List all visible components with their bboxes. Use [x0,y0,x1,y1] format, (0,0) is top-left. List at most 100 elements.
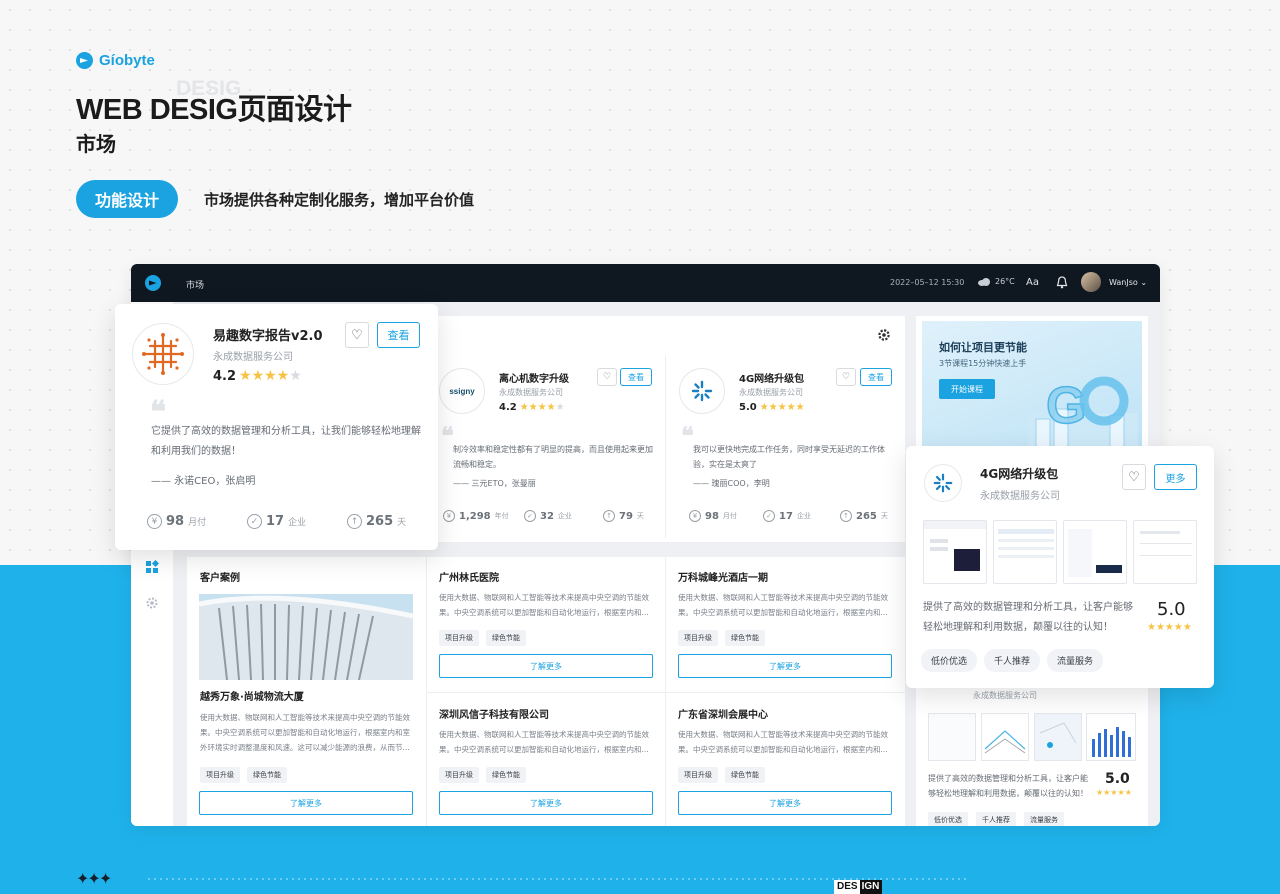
product-logo-text: ssigny [449,386,475,396]
case-tag: 绿色节能 [725,630,765,646]
case-title: 越秀万象·尚城物流大厦 [200,692,304,703]
product-author: —— 瑰丽COO，李明 [693,479,770,488]
case-tag: 项目升级 [439,630,479,646]
product-author: —— 三元ETO，张曼丽 [453,479,536,488]
view-button[interactable]: 查看 [620,368,652,386]
product-company: 永成数据服务公司 [973,691,1037,700]
product-rating: 5.0 ★★★★★ [739,402,805,413]
nav-market[interactable]: 市场 [186,278,204,291]
product-chip: 低价优选 [921,649,978,672]
featured-case-image [199,594,413,680]
product-rating-score: 5.0 [1105,771,1130,787]
course-subtitle: 3节课程15分钟快速上手 [939,359,1027,368]
heart-icon: ♡ [841,372,851,382]
star-rating-icon: ★★★★★ [1147,622,1192,633]
quote-icon: ❝ [441,421,454,450]
spark-logo-icon [691,380,713,402]
screenshot-thumb[interactable] [923,520,987,584]
more-button[interactable]: 更多 [1154,464,1197,490]
datetime: 2022–05–12 15:30 [890,278,965,287]
cloud-icon [978,278,990,286]
product-rating: 4.2 ★★★★★ [213,368,302,384]
stat-price: ¥1,298 年付 [443,510,509,522]
star-rating-icon: ★★★★★ [239,368,302,384]
case-title: 广州林氏医院 [439,573,499,584]
case-description: 使用大数据、物联网和人工智能等技术来提高中央空调的节能效果。中央空调系统可以更加… [678,730,888,754]
temperature: 26°C [995,277,1015,286]
learn-more-button[interactable]: 了解更多 [678,791,892,815]
rating-value: 4.2 [499,402,517,413]
heart-icon: ♡ [602,372,612,382]
product-chip: 低价优选 [928,812,968,826]
favorite-button[interactable]: ♡ [597,368,617,386]
case-tag: 绿色节能 [725,767,765,783]
user-menu[interactable]: WanJso ⌄ [1109,278,1147,287]
favorite-button[interactable]: ♡ [1122,464,1146,490]
orange-network-logo-icon [142,333,184,375]
weather: 26°C [977,277,1015,286]
favorite-button[interactable]: ♡ [345,322,369,348]
gear-icon[interactable] [877,328,891,342]
view-button[interactable]: 查看 [860,368,892,386]
product-detail-card[interactable]: 4G网络升级包 永成数据服务公司 ♡ 更多 提供了高效的数据管理和分析工具，让客… [906,446,1214,688]
product-name: 离心机数字升级 [499,374,569,385]
check-icon: ✓ [247,514,262,529]
page-subtitle: 市场 [76,132,116,156]
design-label: DES IGN [834,880,883,894]
case-title: 广东省深圳会展中心 [678,710,768,721]
grid-apps-icon[interactable] [145,560,159,574]
yen-icon: ¥ [147,514,162,529]
case-description: 使用大数据、物联网和人工智能等技术来提高中央空调的节能效果。中央空调系统可以更加… [439,593,649,617]
start-course-button[interactable]: 开始课程 [939,379,995,399]
divider [427,692,905,693]
quote-icon: ❝ [681,421,694,450]
brand-logo-icon [76,52,93,69]
product-company: 永成数据服务公司 [213,352,293,363]
rating-value: 5.0 [739,402,757,413]
course-title: 如何让项目更节能 [939,341,1027,354]
case-tag: 项目升级 [678,767,718,783]
font-size-toggle[interactable]: Aa [1026,277,1039,288]
learn-more-button[interactable]: 了解更多 [678,654,892,678]
tagline: 市场提供各种定制化服务，增加平台价值 [204,191,475,209]
product-chip: 流量服务 [1047,649,1104,672]
view-button[interactable]: 查看 [377,322,420,348]
user-avatar[interactable] [1081,272,1101,292]
top-bar: 市场 2022–05–12 15:30 26°C Aa WanJso ⌄ [131,264,1160,302]
case-tag: 项目升级 [200,767,240,783]
spark-logo-icon [933,473,953,493]
product-quote: 制冷效率和稳定性都有了明显的提高，而且使用起来更加流畅和稳定。 [453,445,653,469]
product-name: 易趣数字报告v2.0 [213,329,323,344]
settings-icon[interactable] [145,596,159,610]
cases-header: 客户案例 [200,573,240,584]
learn-more-button[interactable]: 了解更多 [199,791,413,815]
case-tag: 绿色节能 [247,767,287,783]
bell-icon[interactable] [1056,276,1068,289]
stat-price: ¥98 月付 [147,514,206,529]
product-description: 提供了高效的数据管理和分析工具，让客户能够轻松地理解和利用数据，颠覆以往的认知！ [928,774,1088,798]
stat-days: ↑ 265 天 [347,514,406,529]
check-icon: ✓ [763,510,775,522]
case-title: 深圳风信子科技有限公司 [439,710,549,721]
product-quote: 我可以更快地完成工作任务，同时享受无延迟的工作体验，实在是太爽了 [693,445,885,469]
case-tag: 项目升级 [678,630,718,646]
screenshot-thumb[interactable] [1133,520,1197,584]
case-tag: 绿色节能 [486,767,526,783]
yen-icon: ¥ [443,510,455,522]
product-card-highlight[interactable]: 易趣数字报告v2.0 永成数据服务公司 4.2 ★★★★★ ♡ 查看 ❝ 它提供了… [115,304,438,550]
learn-more-button[interactable]: 了解更多 [439,654,653,678]
learn-more-button[interactable]: 了解更多 [439,791,653,815]
star-rating-icon: ★★★★★ [1096,788,1132,797]
screenshot-thumb[interactable] [1063,520,1127,584]
favorite-button[interactable]: ♡ [836,368,856,386]
product-company: 永成数据服务公司 [980,491,1060,502]
brand-logo: Gíobyte [76,52,155,69]
case-tag: 绿色节能 [486,630,526,646]
rating-value: 4.2 [213,368,237,384]
chevron-down-icon: ⌄ [1140,278,1148,287]
screenshot-thumb[interactable] [993,520,1057,584]
stat-price: ¥98 月付 [689,510,737,522]
case-tag: 项目升级 [439,767,479,783]
arrow-up-icon: ↑ [840,510,852,522]
app-logo-icon[interactable] [145,275,161,291]
